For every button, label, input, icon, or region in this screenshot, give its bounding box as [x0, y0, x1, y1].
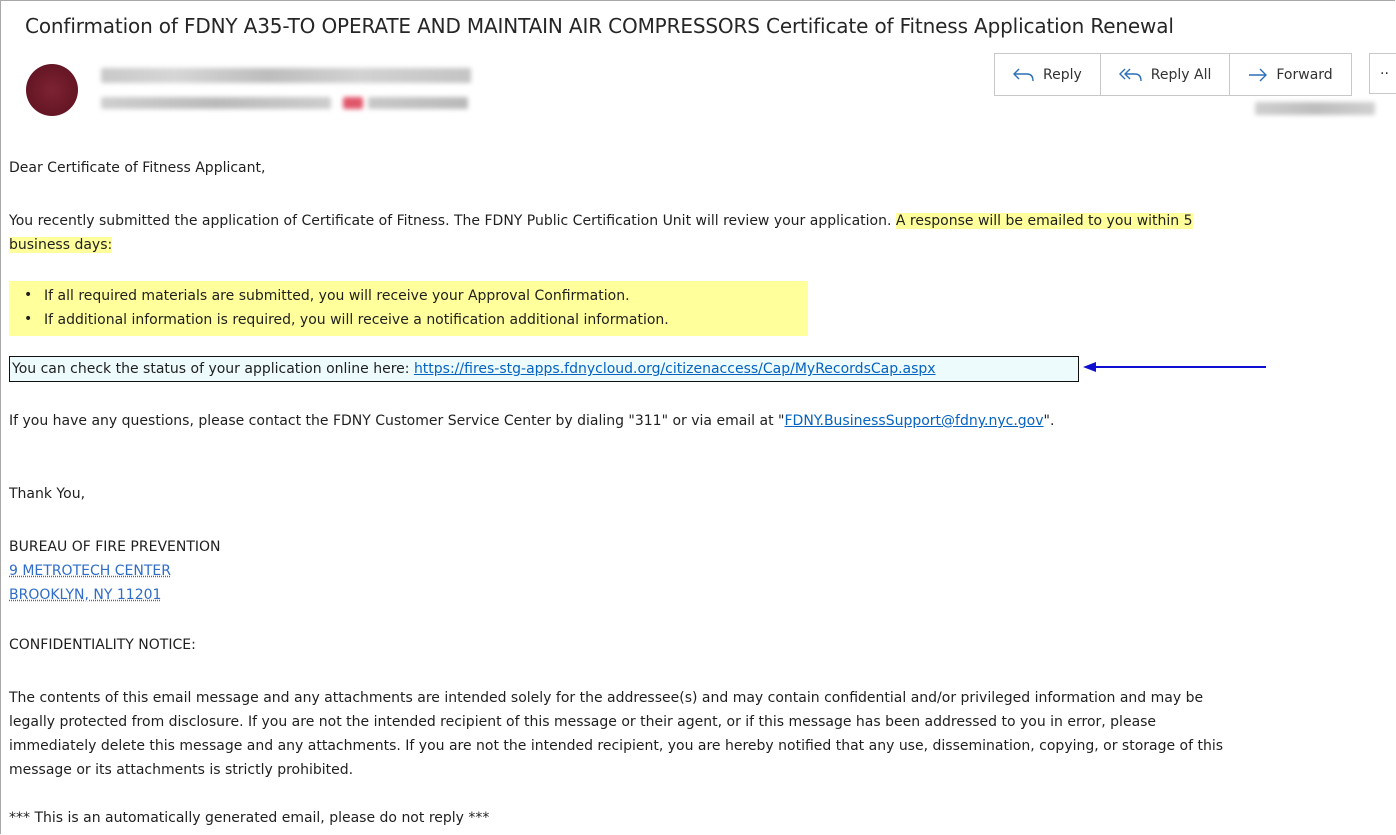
sender-address-redacted-2: [368, 97, 468, 109]
confidentiality-line: message or its attachments is strictly p…: [9, 762, 354, 778]
address-link-2[interactable]: BROOKLYN, NY 11201: [9, 587, 161, 603]
more-actions-label: ··: [1380, 65, 1389, 82]
reply-all-label: Reply All: [1150, 66, 1212, 83]
reply-all-button[interactable]: Reply All: [1101, 54, 1231, 95]
reply-icon: [1013, 68, 1034, 81]
confidentiality-heading: CONFIDENTIALITY NOTICE:: [9, 637, 196, 653]
callout-arrow-icon: [1083, 362, 1266, 372]
forward-icon: [1249, 68, 1268, 81]
reply-all-icon: [1118, 68, 1142, 81]
list-item-text: If all required materials are submitted,…: [44, 288, 630, 304]
address-line-2: BROOKLYN, NY 11201: [9, 587, 161, 603]
sender-address-redacted-mark: [343, 97, 363, 109]
message-actions: Reply Reply All Forward: [994, 53, 1352, 96]
questions-paragraph: If you have any questions, please contac…: [9, 413, 1054, 429]
paragraph-intro-text: You recently submitted the application o…: [9, 213, 896, 229]
list-item: • If additional information is required,…: [24, 311, 669, 328]
auto-generated-notice: *** This is an automatically generated e…: [9, 810, 490, 826]
sender-address-redacted: [101, 97, 331, 109]
support-email-link[interactable]: FDNY.BusinessSupport@fdny.nyc.gov: [784, 413, 1043, 429]
bullet-icon: •: [24, 311, 33, 327]
forward-button[interactable]: Forward: [1230, 54, 1350, 95]
response-time-highlight: A response will be emailed to you within…: [895, 213, 1193, 229]
address-line-1: 9 METROTECH CENTER: [9, 563, 171, 579]
list-item: • If all required materials are submitte…: [24, 287, 630, 304]
status-link[interactable]: https://fires-stg-apps.fdnycloud.org/cit…: [414, 361, 936, 377]
paragraph-intro: You recently submitted the application o…: [9, 213, 1193, 229]
confidentiality-line: immediately delete this message and any …: [9, 738, 1224, 754]
paragraph-intro-line2: business days:: [9, 237, 113, 253]
questions-end: ".: [1043, 413, 1055, 429]
email-subject: Confirmation of FDNY A35-TO OPERATE AND …: [25, 14, 1174, 38]
sender-avatar: [26, 64, 78, 116]
response-time-highlight-2: business days:: [9, 237, 113, 253]
status-check-text: You can check the status of your applica…: [12, 361, 936, 377]
address-link-1[interactable]: 9 METROTECH CENTER: [9, 563, 171, 579]
status-check-label: You can check the status of your applica…: [12, 361, 414, 377]
reply-button[interactable]: Reply: [995, 54, 1101, 95]
greeting: Dear Certificate of Fitness Applicant,: [9, 160, 266, 176]
sign-off: Thank You,: [9, 486, 86, 502]
list-item-text: If additional information is required, y…: [44, 312, 669, 328]
timestamp-redacted: [1255, 102, 1375, 115]
status-check-callout: You can check the status of your applica…: [9, 356, 1079, 382]
sender-name-redacted: [101, 68, 471, 83]
confidentiality-line: The contents of this email message and a…: [9, 690, 1204, 706]
org-name: BUREAU OF FIRE PREVENTION: [9, 539, 221, 555]
more-actions-button[interactable]: ··: [1369, 53, 1396, 94]
forward-label: Forward: [1276, 66, 1333, 83]
questions-text: If you have any questions, please contac…: [9, 413, 785, 429]
confidentiality-line: legally protected from disclosure. If yo…: [9, 714, 1157, 730]
bullet-icon: •: [24, 287, 33, 303]
reply-label: Reply: [1043, 66, 1082, 83]
